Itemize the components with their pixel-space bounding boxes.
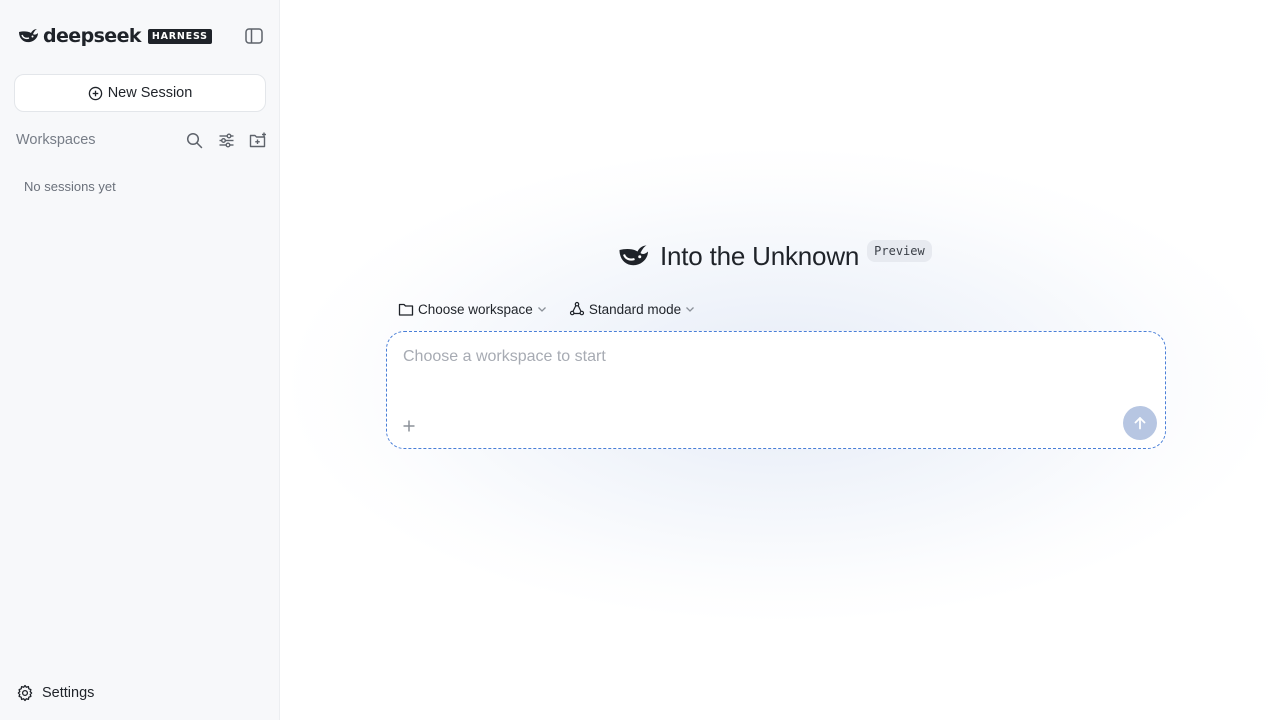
filter-sliders-icon [219,133,233,147]
prompt-input[interactable]: Choose a workspace to start [403,348,1103,370]
composer-box[interactable]: Choose a workspace to start [386,331,1166,449]
whale-logo-icon [619,245,648,266]
search-sessions-button[interactable] [184,130,204,150]
sidebar-toggle-button[interactable] [244,27,264,45]
workspace-select[interactable]: Choose workspace [398,302,547,317]
empty-sessions-text: No sessions yet [24,179,116,194]
sidebar: deepseek HARNESS New Session Workspaces [0,0,280,720]
search-icon [186,132,202,148]
settings-label: Settings [42,685,95,701]
filter-button[interactable] [216,130,236,150]
brand-tag: HARNESS [147,28,212,44]
workspace-select-label: Choose workspace [418,301,533,317]
new-session-button[interactable]: New Session [14,74,266,112]
workspaces-header: Workspaces [16,130,268,150]
sidebar-toggle-icon [245,28,263,44]
attach-button[interactable] [397,414,421,438]
hero-heading: Into the Unknown Preview [615,238,932,274]
brand-logo: deepseek HARNESS [16,24,212,48]
settings-button[interactable]: Settings [16,683,94,703]
hero-title: Into the Unknown [660,240,860,271]
brand-name: deepseek [43,25,142,47]
folder-icon [398,303,414,316]
preview-badge: Preview [867,240,932,262]
send-button[interactable] [1123,406,1157,440]
chevron-down-icon [537,307,546,312]
workspaces-title: Workspaces [16,132,96,148]
arrow-up-icon [1134,417,1146,430]
plus-icon [403,420,415,432]
plus-circle-icon [88,86,102,100]
add-workspace-button[interactable] [248,130,268,150]
mode-select-label: Standard mode [588,301,682,317]
new-folder-icon [249,132,266,147]
mode-select[interactable]: Standard mode [569,301,695,317]
chevron-down-icon [686,307,695,312]
main-panel: Into the Unknown Preview Choose workspac… [281,0,1280,720]
composer-controls: Choose workspace Standard mode [398,299,717,319]
gear-icon [17,684,33,702]
whale-logo-icon [19,29,38,43]
mode-icon [569,301,584,316]
new-session-label: New Session [107,85,193,101]
